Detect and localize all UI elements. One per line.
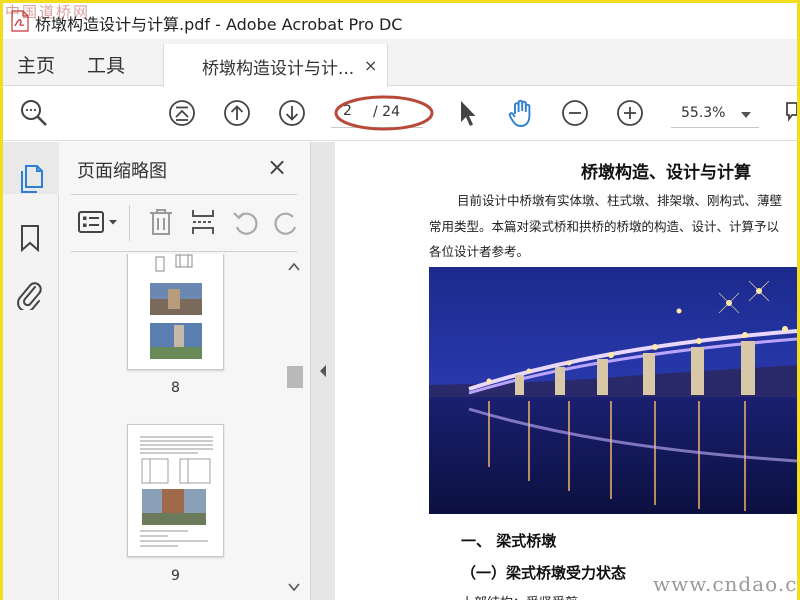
first-page-icon[interactable] (167, 98, 197, 128)
window-title: 桥墩构造设计与计算.pdf - Adobe Acrobat Pro DC (35, 15, 403, 34)
document-view[interactable]: 桥墩构造、设计与计算 目前设计中桥墩有实体墩、柱式墩、排架墩、刚构式、薄壁 常用… (335, 142, 797, 600)
rotate-left-icon[interactable] (231, 207, 259, 237)
paragraph-line: 各位设计者参考。 (429, 244, 530, 259)
zoom-level-dropdown[interactable]: 55.3% (671, 100, 759, 128)
page-thumbnails-icon[interactable] (17, 164, 45, 196)
bridge-night-photo (429, 267, 797, 514)
thumbnail-options-icon[interactable] (77, 209, 121, 235)
select-pointer-icon[interactable] (453, 98, 483, 128)
rotate-right-icon[interactable] (273, 207, 297, 237)
main-toolbar: 2 / 24 55.3% (3, 87, 797, 141)
thumbnail-list: 8 9 (71, 254, 283, 600)
subsection-heading: （一）梁式桥墩受力状态 (461, 564, 627, 582)
paragraph-line: 常用类型。本篇对梁式桥和拱桥的桥墩的构造、设计、计算予以 (429, 219, 780, 234)
zoom-value: 55.3% (681, 105, 726, 121)
hand-tool-icon[interactable] (506, 98, 536, 128)
site-watermark: 中国道桥网 (5, 3, 91, 21)
bookmark-icon[interactable] (19, 224, 41, 252)
document-tab-label: 桥墩构造设计与计... (202, 59, 355, 79)
chevron-down-icon (741, 112, 751, 118)
paragraph-line: 上部结构：受竖受剪 (461, 592, 578, 600)
document-title: 桥墩构造、设计与计算 (581, 163, 751, 183)
thumbnail-image (140, 436, 213, 547)
zoom-in-icon[interactable] (615, 98, 645, 128)
thumbnail-page[interactable] (127, 424, 224, 557)
close-tab-button[interactable]: × (364, 56, 377, 75)
annotation-ellipse (334, 95, 434, 131)
tab-home[interactable]: 主页 (17, 51, 55, 78)
next-page-icon[interactable] (277, 98, 307, 128)
zoom-out-icon[interactable] (560, 98, 590, 128)
thumbnail-toolbar (71, 194, 297, 252)
site-watermark-url: www.cndao.com (653, 572, 797, 596)
thumbnail-image (150, 254, 202, 359)
toolbar-divider (129, 205, 130, 241)
panel-title: 页面缩略图 (77, 161, 167, 182)
attachment-icon[interactable] (16, 280, 44, 310)
paragraph-line: 目前设计中桥墩有实体墩、柱式墩、排架墩、刚构式、薄壁 (457, 193, 783, 208)
panel-splitter[interactable] (311, 142, 335, 600)
thumbnail-page[interactable] (127, 254, 224, 370)
thumbnail-page-number: 9 (171, 568, 180, 584)
section-heading: 一、 梁式桥墩 (461, 532, 557, 550)
collapse-panel-icon[interactable] (318, 364, 328, 378)
navigation-rail (3, 142, 59, 600)
title-bar: 桥墩构造设计与计算.pdf - Adobe Acrobat Pro DC 中国道… (3, 3, 797, 39)
previous-page-icon[interactable] (222, 98, 252, 128)
thumbnail-page-number: 8 (171, 380, 180, 396)
close-panel-button[interactable]: × (267, 153, 287, 181)
comment-icon[interactable] (781, 98, 797, 128)
insert-page-icon[interactable] (189, 207, 217, 237)
thumbnail-scrollbar[interactable] (285, 256, 303, 600)
tab-document[interactable]: 桥墩构造设计与计... × (163, 44, 388, 87)
tab-bar: 主页 工具 桥墩构造设计与计... × (3, 39, 797, 87)
search-icon[interactable] (19, 98, 49, 128)
thumbnail-panel: 页面缩略图 × 8 9 (59, 142, 311, 600)
scrollbar-thumb[interactable] (287, 366, 303, 388)
delete-icon[interactable] (147, 207, 175, 237)
tab-tools[interactable]: 工具 (87, 51, 125, 78)
